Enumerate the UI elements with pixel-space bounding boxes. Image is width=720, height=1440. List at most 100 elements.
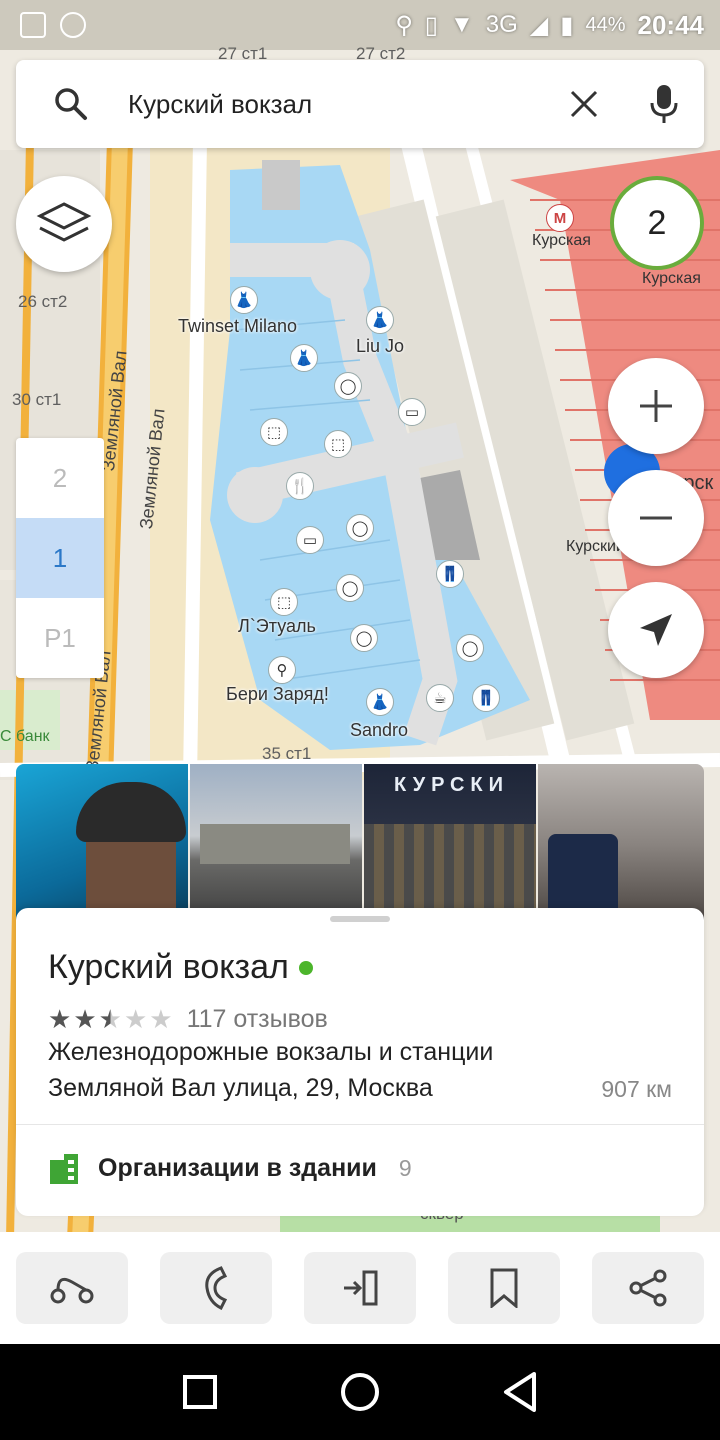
entrances-button[interactable] (304, 1252, 416, 1324)
action-bar (0, 1232, 720, 1344)
my-location-button[interactable] (608, 582, 704, 678)
clothing-store-icon[interactable]: 👖 (472, 684, 500, 712)
battery-icon: ▮ (560, 11, 574, 39)
floor-2-button[interactable]: 2 (16, 438, 104, 518)
zoom-in-button[interactable] (608, 358, 704, 454)
wifi-icon: ▼ (450, 11, 474, 38)
route-icon (50, 1277, 94, 1304)
zoom-out-button[interactable] (608, 470, 704, 566)
recents-button[interactable] (170, 1362, 230, 1422)
recents-icon (183, 1375, 217, 1409)
route-button[interactable] (16, 1252, 128, 1324)
electronics-icon[interactable]: ▭ (398, 398, 426, 426)
rating-stars: ★ ★ ★ ★ ★ (48, 1004, 173, 1035)
bank-label: С банк (0, 728, 50, 745)
photo-thumbnail[interactable]: КУРСКИ (364, 764, 536, 924)
jewelry-icon[interactable]: ◯ (334, 372, 362, 400)
rating-row[interactable]: ★ ★ ★ ★ ★ 117 отзывов (48, 1004, 328, 1035)
reviews-count[interactable]: 117 отзывов (187, 1005, 328, 1034)
cosmetics-icon[interactable]: ⬚ (270, 588, 298, 616)
clear-search-button[interactable] (544, 60, 624, 148)
location-icon: ⚲ (395, 11, 413, 39)
bookmark-button[interactable] (448, 1252, 560, 1324)
jewelry-icon[interactable]: ◯ (346, 514, 374, 542)
search-query[interactable]: Курский вокзал (128, 89, 544, 120)
share-button[interactable] (592, 1252, 704, 1324)
call-button[interactable] (160, 1252, 272, 1324)
jewelry-icon[interactable]: ◯ (350, 624, 378, 652)
cafe-icon[interactable]: ☕ (426, 684, 454, 712)
back-icon (504, 1372, 536, 1412)
phone-icon (205, 1266, 228, 1310)
organizations-in-building[interactable]: Организации в здании 9 (48, 1152, 412, 1184)
status-bar: ⚲ ▯ ▼ 3G ◢ ▮ 44% 20:44 (0, 0, 720, 50)
building-label: 30 ст1 (12, 390, 62, 409)
cosmetics-icon[interactable]: ⬚ (324, 430, 352, 458)
share-icon (629, 1269, 667, 1307)
clothing-store-icon[interactable]: 👗 (366, 306, 394, 334)
poi-label[interactable]: Л`Этуаль (238, 616, 316, 637)
home-button[interactable] (330, 1362, 390, 1422)
home-icon (341, 1373, 379, 1411)
plus-icon (640, 390, 672, 422)
clothing-store-icon[interactable]: 👗 (230, 286, 258, 314)
close-icon (570, 90, 598, 118)
restaurant-icon[interactable]: 🍴 (286, 472, 314, 500)
clothing-store-icon[interactable]: 👖 (436, 560, 464, 588)
star-empty-icon: ★ (123, 1004, 148, 1034)
poi-label[interactable]: Liu Jo (356, 336, 404, 357)
electronics-icon[interactable]: ▭ (296, 526, 324, 554)
search-icon[interactable] (16, 60, 126, 148)
building-label: 35 ст1 (262, 744, 312, 763)
photo-strip[interactable]: КУРСКИ (16, 764, 704, 924)
place-address: Земляной Вал улица, 29, Москва (48, 1074, 433, 1102)
layers-button[interactable] (16, 176, 112, 272)
poi-label[interactable]: Бери Заряд! (226, 684, 329, 705)
place-name: Курский вокзал (48, 948, 289, 986)
network-type: 3G (485, 11, 518, 38)
building-shape (200, 824, 350, 864)
navigation-bar (0, 1344, 720, 1440)
floor-switcher[interactable]: 2 1 P1 (16, 438, 104, 678)
voice-search-button[interactable] (624, 60, 704, 148)
layers-icon (36, 202, 92, 242)
back-button[interactable] (490, 1362, 550, 1422)
photo-thumbnail[interactable] (538, 764, 704, 924)
jewelry-icon[interactable]: ◯ (456, 634, 484, 662)
clothing-store-icon[interactable]: 👗 (290, 344, 318, 372)
restaurant-notification-icon (60, 12, 86, 38)
poi-label[interactable]: Sandro (350, 720, 408, 741)
entrance-icon (344, 1270, 378, 1306)
cosmetics-icon[interactable]: ⬚ (260, 418, 288, 446)
gallery-icon (20, 12, 46, 38)
clothing-store-icon[interactable]: 👗 (366, 688, 394, 716)
divider (16, 1124, 704, 1125)
clock: 20:44 (637, 9, 705, 40)
floor-p1-button[interactable]: P1 (16, 598, 104, 678)
poi-label[interactable]: Twinset Milano (178, 316, 297, 337)
charging-icon[interactable]: ⚲ (268, 656, 296, 684)
cluster-marker[interactable]: 2 (610, 176, 704, 270)
floor-1-button[interactable]: 1 (16, 518, 104, 598)
search-bar[interactable]: Курский вокзал (16, 60, 704, 148)
metro-label: Курская (532, 232, 591, 249)
vibrate-icon: ▯ (424, 11, 438, 39)
metro-icon[interactable]: M (546, 204, 574, 232)
star-icon: ★ (48, 1004, 72, 1034)
distance: 907 км (601, 1076, 672, 1102)
photo-sign-text: КУРСКИ (394, 774, 510, 796)
signal-icon: ◢ (529, 11, 549, 39)
navigation-arrow-icon (640, 614, 672, 646)
microphone-icon (650, 85, 678, 123)
star-empty-icon: ★ (149, 1004, 173, 1034)
drag-handle[interactable] (330, 916, 390, 922)
photo-thumbnail[interactable] (16, 764, 188, 924)
battery-level: 44% (585, 13, 626, 36)
organizations-label: Организации в здании (98, 1153, 377, 1182)
jewelry-icon[interactable]: ◯ (336, 574, 364, 602)
hood-shape (76, 782, 186, 842)
building-label: 26 ст2 (18, 292, 68, 311)
minus-icon (640, 516, 672, 520)
photo-thumbnail[interactable] (190, 764, 362, 924)
place-card[interactable]: Курский вокзал ★ ★ ★ ★ ★ 117 отзывов Жел… (16, 908, 704, 1216)
